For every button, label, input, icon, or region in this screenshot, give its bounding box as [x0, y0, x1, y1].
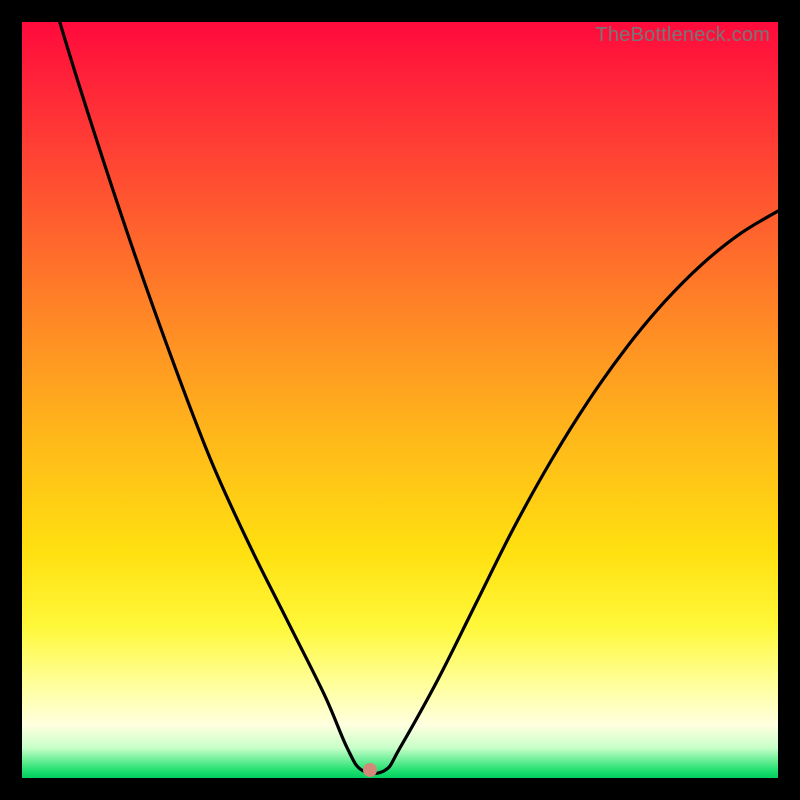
bottleneck-curve: [22, 22, 778, 778]
chart-frame: TheBottleneck.com: [0, 0, 800, 800]
curve-path: [22, 0, 778, 773]
trough-marker: [363, 763, 377, 777]
plot-area: TheBottleneck.com: [22, 22, 778, 778]
